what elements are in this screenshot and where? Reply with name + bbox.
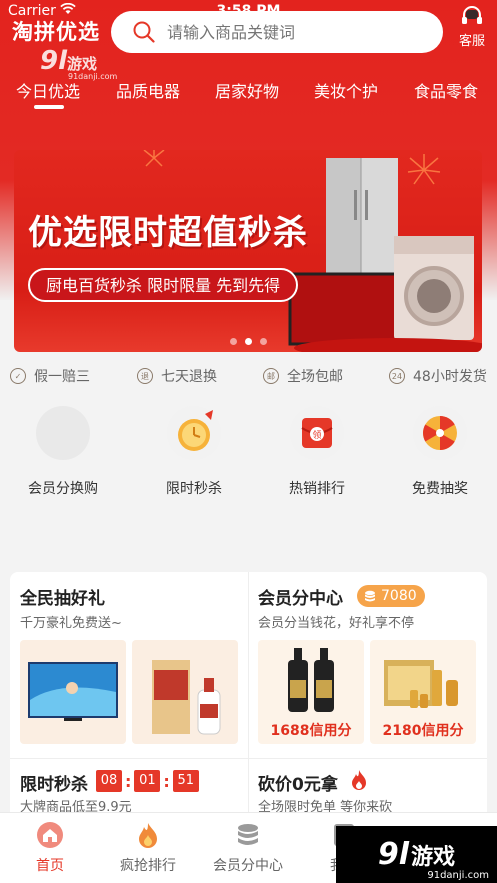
lottery-subtitle: 千万豪礼免费送~ bbox=[20, 616, 122, 631]
flame-icon bbox=[352, 770, 366, 790]
guarantee-strip: ✓ 假一赔三 退 七天退换 邮 全场包邮 24 48小时发货 bbox=[0, 366, 497, 390]
product-price-label: 1688信用分 bbox=[270, 723, 352, 739]
tab-food-snacks[interactable]: 食品零食 bbox=[414, 78, 478, 102]
flash-sale-title: 限时秒杀 bbox=[20, 775, 88, 795]
carousel-dot-active[interactable] bbox=[245, 338, 252, 345]
product-price-label: 2180信用分 bbox=[382, 723, 464, 739]
entry-flash-sale[interactable]: 限时秒杀 bbox=[139, 406, 249, 498]
banner-subtitle: 厨电百货秒杀 限时限量 先到先得 bbox=[28, 268, 299, 302]
entry-hot-ranking[interactable]: 领 热销排行 bbox=[262, 406, 372, 498]
entry-label: 免费抽奖 bbox=[412, 481, 468, 497]
countdown-seconds: 51 bbox=[172, 770, 199, 792]
prize-wheel-icon bbox=[413, 406, 467, 460]
nav-label: 会员分中心 bbox=[213, 858, 283, 874]
entry-label: 会员分换购 bbox=[28, 481, 98, 497]
points-title: 会员分中心 bbox=[258, 589, 343, 609]
category-tabs: 今日优选 品质电器 居家好物 美妆个护 食品零食 bbox=[0, 76, 497, 112]
guarantee-label: 七天退换 bbox=[161, 369, 217, 385]
guarantee-label: 全场包邮 bbox=[287, 369, 343, 385]
entry-points-exchange[interactable]: 会员分换购 bbox=[8, 406, 118, 498]
points-balance: 7080 bbox=[381, 588, 417, 604]
entry-label: 热销排行 bbox=[289, 481, 345, 497]
tab-home-goods[interactable]: 居家好物 bbox=[215, 78, 279, 102]
promo-card: 全民抽好礼 千万豪礼免费送~ 会员分中心 7080 会员分当钱花，好礼享不停 1… bbox=[10, 572, 487, 834]
tab-today-picks[interactable]: 今日优选 bbox=[16, 78, 80, 102]
app-title: 淘拼优选 bbox=[12, 20, 100, 44]
flame-icon bbox=[139, 823, 157, 848]
guarantee-label: 假一赔三 bbox=[34, 369, 90, 385]
quick-entry-grid: 会员分换购 限时秒杀 领 热销排行 免费抽奖 bbox=[0, 400, 497, 510]
product-cosmetics-card[interactable]: 2180信用分 bbox=[370, 640, 476, 744]
nav-label: 疯抢排行 bbox=[120, 858, 176, 874]
free-shipping-icon: 邮 bbox=[263, 368, 279, 384]
entry-free-lottery[interactable]: 免费抽奖 bbox=[385, 406, 495, 498]
countdown-hours: 08 bbox=[96, 770, 122, 792]
watermark-brand: 9l bbox=[377, 837, 410, 872]
banner-title: 优选限时超值秒杀 bbox=[28, 213, 308, 253]
guarantee-item: ✓ 假一赔三 bbox=[10, 366, 90, 386]
cosmetics-image bbox=[384, 660, 458, 708]
guarantee-item: 24 48小时发货 bbox=[389, 366, 487, 386]
countdown-timer: 08 : 01 : 51 bbox=[96, 770, 199, 792]
bargain-title: 砍价0元拿 bbox=[258, 775, 338, 795]
headset-icon bbox=[462, 6, 482, 24]
countdown-minutes: 01 bbox=[134, 770, 161, 792]
tab-appliances[interactable]: 品质电器 bbox=[116, 78, 180, 102]
search-input[interactable] bbox=[167, 22, 417, 42]
points-subtitle: 会员分当钱花，好礼享不停 bbox=[258, 616, 415, 631]
shield-icon: ✓ bbox=[10, 368, 26, 384]
lottery-title: 全民抽好礼 bbox=[20, 589, 105, 609]
divider bbox=[248, 572, 249, 834]
carousel-dot[interactable] bbox=[230, 338, 237, 345]
divider bbox=[10, 758, 487, 759]
placeholder-icon bbox=[36, 406, 90, 460]
carousel-indicator bbox=[230, 338, 267, 345]
guarantee-item: 邮 全场包邮 bbox=[263, 366, 343, 386]
nav-hot-ranking[interactable]: 疯抢排行 bbox=[100, 821, 196, 875]
watermark-brand: 9l bbox=[40, 46, 68, 76]
carousel-dot[interactable] bbox=[260, 338, 267, 345]
search-icon bbox=[133, 21, 155, 43]
liquor-image bbox=[152, 660, 221, 735]
svg-text:领: 领 bbox=[312, 429, 321, 441]
tv-image bbox=[28, 662, 118, 721]
watermark-text: 游戏 bbox=[411, 844, 456, 870]
guarantee-item: 退 七天退换 bbox=[137, 366, 217, 386]
return-icon: 退 bbox=[137, 368, 153, 384]
watermark-site: 91danji.com bbox=[427, 870, 489, 881]
product-tv-image[interactable] bbox=[20, 640, 126, 744]
entry-label: 限时秒杀 bbox=[166, 481, 222, 497]
product-liquor-image[interactable] bbox=[132, 640, 238, 744]
promo-banner[interactable]: 优选限时超值秒杀 厨电百货秒杀 限时限量 先到先得 bbox=[14, 150, 482, 352]
nav-home[interactable]: 首页 bbox=[2, 821, 98, 875]
tab-beauty[interactable]: 美妆个护 bbox=[314, 78, 378, 102]
watermark-logo-top: 9l游戏 91danji.com bbox=[40, 46, 117, 81]
customer-service-button[interactable]: 客服 bbox=[452, 6, 492, 49]
product-wine-card[interactable]: 1688信用分 bbox=[258, 640, 364, 744]
nav-label: 首页 bbox=[36, 858, 64, 874]
guarantee-label: 48小时发货 bbox=[413, 369, 487, 385]
coins-icon bbox=[238, 824, 258, 845]
24h-icon: 24 bbox=[389, 368, 405, 384]
customer-service-label: 客服 bbox=[458, 34, 485, 49]
search-bar[interactable] bbox=[111, 11, 443, 53]
nav-points-center[interactable]: 会员分中心 bbox=[200, 821, 296, 875]
watermark-logo-bottom: 9l 游戏 91danji.com bbox=[336, 826, 497, 883]
watermark-text: 游戏 bbox=[67, 55, 98, 73]
wine-image bbox=[288, 648, 334, 712]
coins-icon bbox=[365, 590, 375, 602]
red-envelope-icon: 领 bbox=[290, 406, 344, 460]
points-balance-badge: 7080 bbox=[357, 585, 425, 607]
home-icon bbox=[37, 822, 63, 848]
clock-icon bbox=[167, 406, 221, 460]
active-tab-indicator bbox=[34, 105, 64, 109]
